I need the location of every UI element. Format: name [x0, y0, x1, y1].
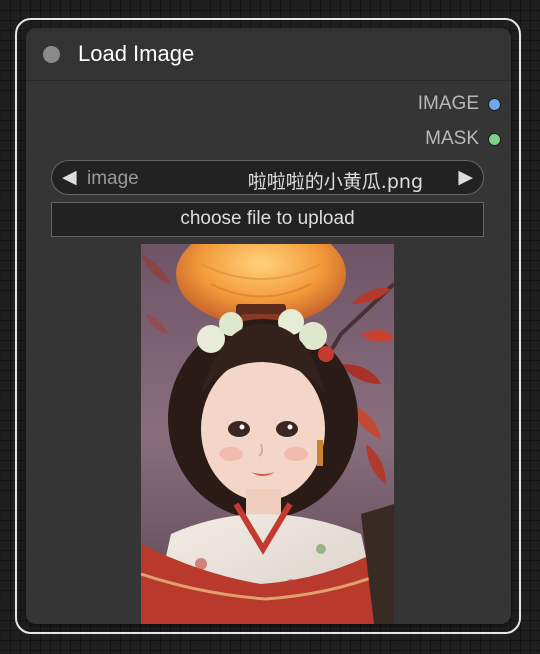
- output-mask-slot-icon[interactable]: [488, 132, 501, 146]
- load-image-node[interactable]: Load Image IMAGE MASK ◀ image 啦啦啦的小黄瓜.pn…: [26, 28, 511, 624]
- preview-illustration: [141, 244, 394, 624]
- image-widget-value[interactable]: 啦啦啦的小黄瓜.png: [248, 167, 423, 194]
- collapse-dot-icon[interactable]: [43, 46, 60, 63]
- image-combo-widget[interactable]: ◀ image 啦啦啦的小黄瓜.png ▶: [51, 160, 484, 195]
- output-image[interactable]: IMAGE: [418, 92, 501, 116]
- previous-arrow-icon[interactable]: ◀: [62, 167, 77, 189]
- node-title: Load Image: [78, 41, 195, 66]
- output-mask[interactable]: MASK: [425, 127, 501, 151]
- image-widget-name: image: [87, 168, 139, 189]
- output-mask-label: MASK: [425, 128, 479, 149]
- node-header[interactable]: Load Image: [26, 28, 511, 81]
- next-arrow-icon[interactable]: ▶: [458, 167, 473, 189]
- output-image-slot-icon[interactable]: [488, 97, 501, 111]
- output-image-label: IMAGE: [417, 93, 479, 114]
- upload-button[interactable]: choose file to upload: [51, 202, 484, 237]
- image-preview: [141, 244, 394, 624]
